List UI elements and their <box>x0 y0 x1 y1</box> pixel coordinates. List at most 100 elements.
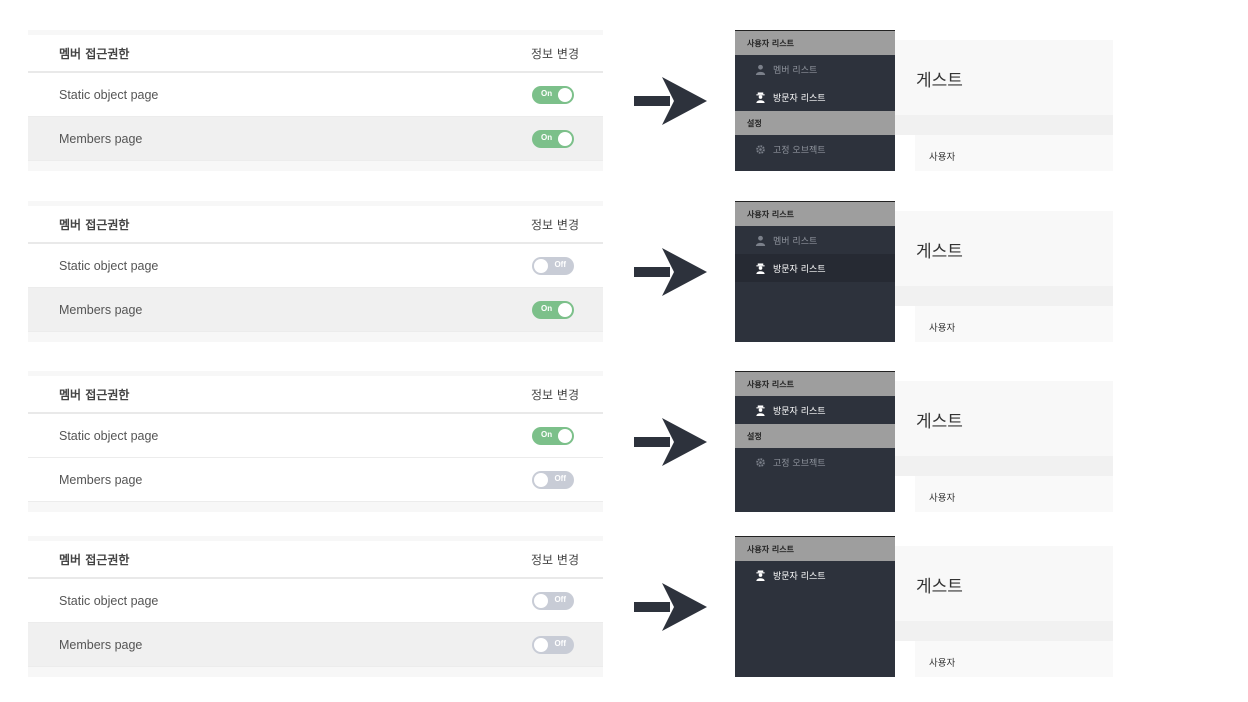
guest-icon <box>755 91 766 103</box>
toggle-state-label: On <box>541 88 553 98</box>
toggle-knob <box>534 472 548 487</box>
section-subtitle: 사용자 <box>929 658 956 669</box>
content-divider-band <box>895 621 1113 641</box>
permission-settings-panel: 멤버 접근권한 정보 변경 Static object page On Members … <box>28 371 603 512</box>
sidebar-section-header: 사용자 리스트 <box>735 372 895 396</box>
sidebar-section-header: 사용자 리스트 <box>735 202 895 226</box>
sidebar-nav-label: 방문자 리스트 <box>773 406 826 417</box>
sidebar-section-header: 설정 <box>735 424 895 448</box>
member-access-header: 멤버 접근권한 <box>59 387 130 402</box>
permission-label: Members page <box>59 472 143 487</box>
sidebar-nav-item[interactable]: 방문자 리스트 <box>735 396 895 424</box>
content-area: 게스트사용자 <box>895 371 1113 512</box>
app-preview: 사용자 리스트 멤버 리스트 방문자 리스트 게스트 사용자 <box>735 201 1113 342</box>
right-arrow-icon <box>634 77 707 125</box>
permission-label: Members page <box>59 637 143 652</box>
toggle-switch-on[interactable]: On <box>532 85 574 104</box>
section-subtitle: 사용자 <box>929 152 956 163</box>
settings-header-row: 멤버 접근권한 정보 변경 <box>28 35 603 73</box>
toggle-state-label: On <box>541 429 553 439</box>
sidebar-section-header: 사용자 리스트 <box>735 537 895 561</box>
toggle-switch-off[interactable]: Off <box>532 470 574 489</box>
sidebar-nav-item[interactable]: 멤버 리스트 <box>735 55 895 83</box>
sidebar-nav-label: 고정 오브젝트 <box>773 145 826 156</box>
toggle-state-label: On <box>541 303 553 313</box>
permission-label: Static object page <box>59 87 159 102</box>
app-preview: 사용자 리스트 방문자 리스트 게스트 사용자 <box>735 536 1113 677</box>
guest-icon <box>755 569 766 581</box>
permission-row: Members page On <box>28 288 603 332</box>
sidebar-nav-label: 고정 오브젝트 <box>773 458 826 469</box>
sidebar-nav-item[interactable]: 고정 오브젝트 <box>735 135 895 163</box>
content-divider-band <box>895 286 1113 306</box>
toggle-switch-off[interactable]: Off <box>532 591 574 610</box>
permission-row: Static object page Off <box>28 244 603 288</box>
change-info-header: 정보 변경 <box>531 387 579 402</box>
toggle-switch-off[interactable]: Off <box>532 256 574 275</box>
permission-row: Members page Off <box>28 458 603 502</box>
member-access-header: 멤버 접근권한 <box>59 46 130 61</box>
permission-settings-panel: 멤버 접근권한 정보 변경 Static object page On Members … <box>28 30 603 171</box>
sidebar: 사용자 리스트 멤버 리스트 방문자 리스트 설정 고정 오브젝트 <box>735 30 895 171</box>
sidebar-nav-item[interactable]: 방문자 리스트 <box>735 83 895 111</box>
change-info-header: 정보 변경 <box>531 46 579 61</box>
permission-label: Static object page <box>59 428 159 443</box>
right-arrow-icon <box>634 583 707 631</box>
toggle-switch-on[interactable]: On <box>532 426 574 445</box>
toggle-state-label: Off <box>554 259 566 269</box>
permission-row: Static object page On <box>28 414 603 458</box>
toggle-knob <box>558 302 572 317</box>
permission-label: Static object page <box>59 593 159 608</box>
user-icon <box>755 64 766 75</box>
permission-row: Static object page Off <box>28 579 603 623</box>
content-area: 게스트 사용자 <box>895 536 1113 677</box>
sidebar: 사용자 리스트방문자 리스트설정고정 오브젝트 <box>735 371 895 512</box>
sidebar-nav-item[interactable]: 방문자 리스트 <box>735 561 895 589</box>
app-preview: 사용자 리스트 방문자 리스트 설정 고정 오브젝트 게스트 사용자 <box>735 371 1113 512</box>
permission-row: Members page On <box>28 117 603 161</box>
content-divider-band <box>895 115 1113 135</box>
page-title: 게스트 <box>916 71 963 91</box>
change-info-header: 정보 변경 <box>531 552 579 567</box>
user-icon <box>755 235 766 246</box>
toggle-state-label: Off <box>554 594 566 604</box>
permission-settings-panel: 멤버 접근권한 정보 변경 Static object page Off Members… <box>28 201 603 342</box>
gear-icon <box>755 457 766 468</box>
content-area: 게스트사용자 <box>895 30 1113 171</box>
member-access-header: 멤버 접근권한 <box>59 217 130 232</box>
permission-row: Static object page On <box>28 73 603 117</box>
sidebar: 사용자 리스트 멤버 리스트 방문자 리스트 <box>735 201 895 342</box>
toggle-knob <box>534 593 548 608</box>
sidebar-nav-item[interactable]: 고정 오브젝트 <box>735 448 895 476</box>
settings-header-row: 멤버 접근권한 정보 변경 <box>28 206 603 244</box>
change-info-header: 정보 변경 <box>531 217 579 232</box>
sidebar: 사용자 리스트방문자 리스트 <box>735 536 895 677</box>
toggle-knob <box>558 131 572 146</box>
sidebar-nav-item[interactable]: 방문자 리스트 <box>735 254 895 282</box>
right-arrow-icon <box>634 248 707 296</box>
section-subtitle: 사용자 <box>929 493 956 504</box>
settings-header-row: 멤버 접근권한 정보 변경 <box>28 376 603 414</box>
toggle-switch-on[interactable]: On <box>532 129 574 148</box>
sidebar-nav-label: 방문자 리스트 <box>773 571 826 582</box>
toggle-switch-off[interactable]: Off <box>532 635 574 654</box>
toggle-knob <box>534 637 548 652</box>
app-preview: 사용자 리스트 멤버 리스트 방문자 리스트 설정 고정 오브젝트 게스트 사용자 <box>735 30 1113 171</box>
sidebar-nav-label: 방문자 리스트 <box>773 93 826 104</box>
toggle-switch-on[interactable]: On <box>532 300 574 319</box>
gear-icon <box>755 144 766 155</box>
sidebar-section-header: 사용자 리스트 <box>735 31 895 55</box>
permission-row: Members page Off <box>28 623 603 667</box>
sidebar-nav-item[interactable]: 멤버 리스트 <box>735 226 895 254</box>
toggle-state-label: Off <box>554 473 566 483</box>
toggle-knob <box>558 87 572 102</box>
content-divider-band <box>895 456 1113 476</box>
sidebar-nav-label: 멤버 리스트 <box>773 65 818 76</box>
permission-label: Static object page <box>59 258 159 273</box>
right-arrow-icon <box>634 418 707 466</box>
member-access-header: 멤버 접근권한 <box>59 552 130 567</box>
page-title: 게스트 <box>916 412 963 432</box>
toggle-knob <box>534 258 548 273</box>
content-area: 게스트 사용자 <box>895 201 1113 342</box>
permission-label: Members page <box>59 131 143 146</box>
